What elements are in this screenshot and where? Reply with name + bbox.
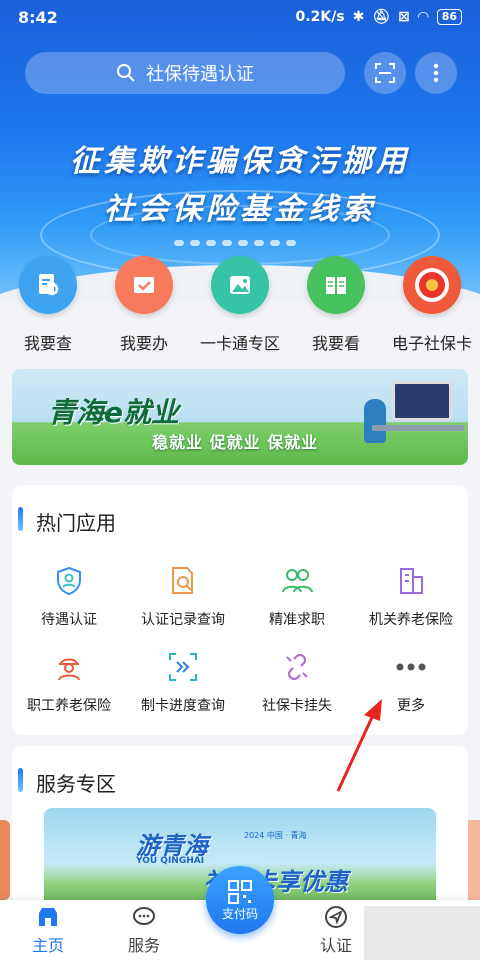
image-card-icon <box>211 256 269 314</box>
hero-decor-dots <box>174 240 296 246</box>
banner-title: 青海e就业 <box>48 396 179 429</box>
book-icon <box>307 256 365 314</box>
broken-link-icon <box>277 647 317 687</box>
scan-progress-icon <box>163 647 203 687</box>
app-label: 认证记录查询 <box>141 612 225 628</box>
section-title: 服务专区 <box>36 772 116 796</box>
section-accent-bar <box>18 507 23 531</box>
service-banner-mini: 2024 中国 · 青海 <box>244 831 307 840</box>
app-label: 精准求职 <box>269 612 325 628</box>
tab-label: 服务 <box>127 936 160 955</box>
hot-apps-card: 热门应用 待遇认证 认证记录查询 精准求职 机关养老保险 职工养老保险 制卡进度… <box>12 485 468 735</box>
battery-icon: 86 <box>436 9 462 25</box>
mute-icon: 🔕︎ <box>372 9 391 25</box>
wifi-icon: ◠ <box>417 9 429 25</box>
pay-code-button[interactable]: 支付码 <box>206 866 274 934</box>
bluetooth-icon: ✱ <box>352 9 365 25</box>
app-label: 机关养老保险 <box>369 612 453 628</box>
app-auth-record[interactable]: 认证记录查询 <box>126 561 240 629</box>
status-time: 8:42 <box>18 7 58 27</box>
quick-label: 我要办 <box>119 334 168 353</box>
app-job-search[interactable]: 精准求职 <box>240 561 354 629</box>
search-bar[interactable]: 社保待遇认证 <box>25 52 345 94</box>
tab-services[interactable]: 服务 <box>96 900 192 960</box>
quick-actions: 我要查 我要办 一卡通专区 我要看 电子社保卡 <box>0 256 480 354</box>
tab-home[interactable]: 主页 <box>0 900 96 960</box>
vertical-dots-icon <box>433 63 439 83</box>
pay-code-label: 支付码 <box>221 906 258 921</box>
worker-icon <box>49 647 89 687</box>
hero-title-line1: 征集欺诈骗保贪污挪用 <box>70 144 410 179</box>
quick-item-ecard[interactable]: 电子社保卡 <box>384 256 480 354</box>
shield-person-icon <box>49 561 89 601</box>
emblem-icon <box>403 256 461 314</box>
employment-banner[interactable]: 青海e就业 稳就业 促就业 保就业 <box>12 369 468 465</box>
scan-icon <box>375 63 395 83</box>
chat-icon <box>131 904 157 930</box>
app-benefit-auth[interactable]: 待遇认证 <box>12 561 126 629</box>
more-menu-button[interactable] <box>415 52 457 94</box>
search-icon <box>117 64 135 82</box>
quick-item-handle[interactable]: 我要办 <box>96 256 192 354</box>
search-placeholder: 社保待遇认证 <box>146 64 254 85</box>
doc-search-icon <box>163 561 203 601</box>
person-illustration <box>364 399 386 443</box>
home-icon <box>35 904 61 930</box>
tab-label: 认证 <box>319 936 352 955</box>
building-icon <box>391 561 431 601</box>
app-label: 社保卡挂失 <box>262 698 332 714</box>
app-grid: 待遇认证 认证记录查询 精准求职 机关养老保险 职工养老保险 制卡进度查询 社保… <box>12 561 468 715</box>
carousel-prev-peek[interactable] <box>0 820 10 900</box>
sim-icon: ⊠ <box>398 9 410 25</box>
scan-button[interactable] <box>364 52 406 94</box>
app-label: 待遇认证 <box>41 612 97 628</box>
red-arrow-annotation <box>336 699 382 792</box>
app-label: 制卡进度查询 <box>141 698 225 714</box>
people-icon <box>277 561 317 601</box>
quick-label: 一卡通专区 <box>199 334 280 353</box>
desk-illustration <box>372 425 464 431</box>
quick-label: 我要看 <box>311 334 360 353</box>
section-accent-bar <box>18 768 23 792</box>
search-doc-icon <box>19 256 77 314</box>
app-gov-pension[interactable]: 机关养老保险 <box>354 561 468 629</box>
more-dots-icon <box>391 647 431 687</box>
tab-label: 主页 <box>31 936 64 955</box>
monitor-illustration <box>392 381 452 421</box>
overlay-block <box>364 906 480 960</box>
status-bar: 8:42 0.2K/s ✱ 🔕︎ ⊠ ◠ 86 <box>0 0 480 34</box>
quick-label: 电子社保卡 <box>391 334 472 353</box>
hero-title-line2: 社会保险基金线索 <box>104 192 376 227</box>
qr-code-icon <box>228 879 252 904</box>
quick-item-card-zone[interactable]: 一卡通专区 <box>192 256 288 354</box>
calendar-check-icon <box>115 256 173 314</box>
quick-label: 我要查 <box>23 334 72 353</box>
service-banner-en: YOU QINGHAI <box>136 856 205 866</box>
app-label: 职工养老保险 <box>27 698 111 714</box>
navigate-icon <box>323 904 349 930</box>
app-label: 更多 <box>397 698 425 714</box>
app-worker-pension[interactable]: 职工养老保险 <box>12 647 126 715</box>
hero-banner[interactable]: 征集欺诈骗保贪污挪用 社会保险基金线索 <box>0 0 480 300</box>
app-card-progress[interactable]: 制卡进度查询 <box>126 647 240 715</box>
quick-item-read[interactable]: 我要看 <box>288 256 384 354</box>
net-speed: 0.2K/s <box>295 9 345 25</box>
section-title: 热门应用 <box>36 511 116 535</box>
quick-item-query[interactable]: 我要查 <box>0 256 96 354</box>
banner-subtitle: 稳就业 促就业 保就业 <box>152 433 319 452</box>
